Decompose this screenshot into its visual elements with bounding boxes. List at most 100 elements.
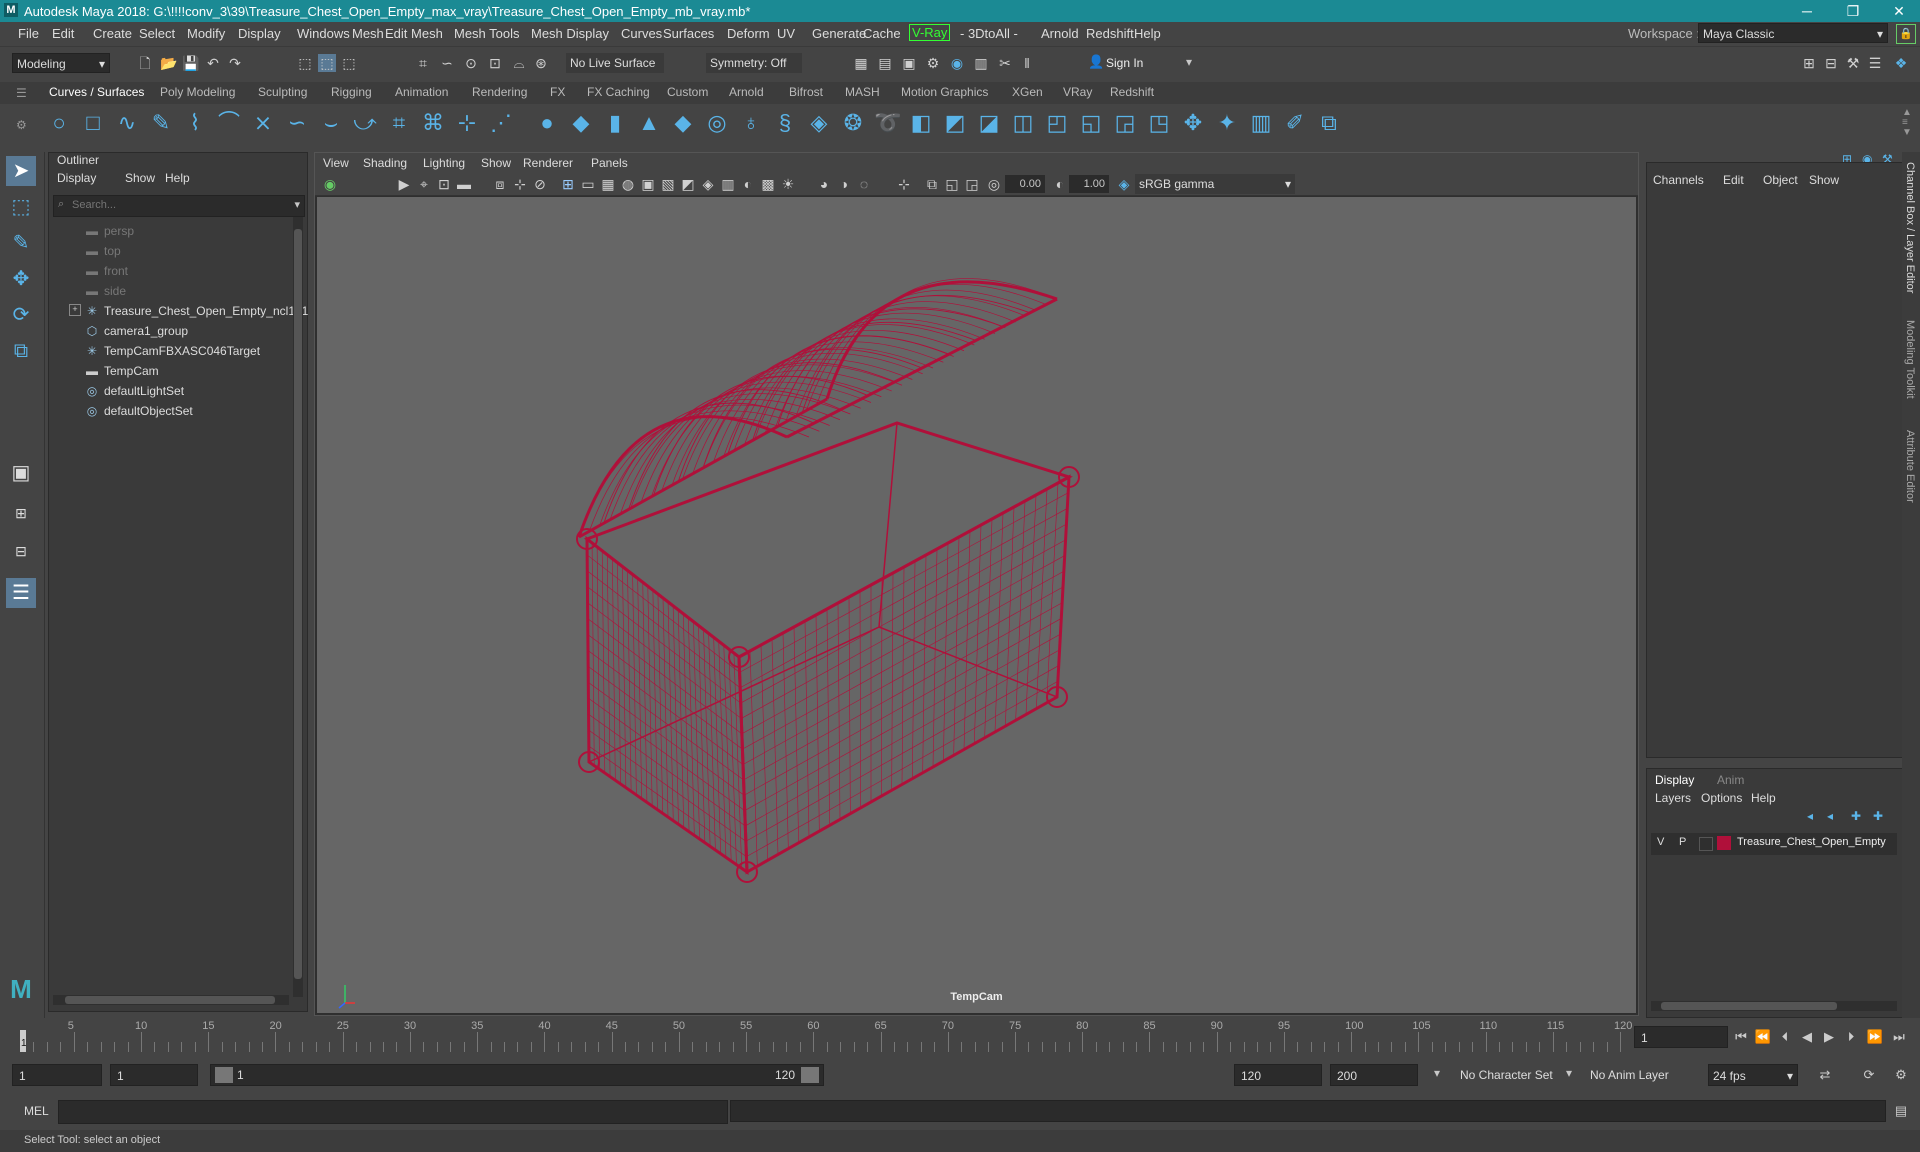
outliner-item[interactable]: ▬ side xyxy=(49,281,289,301)
menu-mesh-tools[interactable]: Mesh Tools xyxy=(454,26,520,41)
select-component-icon[interactable]: ⬚ xyxy=(340,54,358,72)
tab-channel-box-layer-editor[interactable]: Channel Box / Layer Editor xyxy=(1904,162,1916,293)
chevron-down-icon[interactable]: ▾ xyxy=(1566,1066,1572,1080)
menu-file[interactable]: File xyxy=(18,26,39,41)
modeling-toolkit-icon[interactable]: ⊞ xyxy=(1800,54,1818,72)
nurbs-cone-icon[interactable]: ▲ xyxy=(636,110,662,136)
playback-start-field[interactable]: 1 xyxy=(110,1064,198,1086)
ep-curve-icon[interactable]: ∿ xyxy=(114,110,140,136)
square-surface-icon[interactable]: ◩ xyxy=(942,110,968,136)
paint-select-tool-icon[interactable]: ✎ xyxy=(6,228,36,258)
save-scene-icon[interactable]: 💾 xyxy=(182,54,200,72)
snap-grid-icon[interactable]: ⌗ xyxy=(414,54,432,72)
new-layer-icon[interactable]: ✚ xyxy=(1851,809,1861,823)
menu-redshift[interactable]: Redshift xyxy=(1086,26,1134,41)
depth-of-field-icon[interactable]: ◐ xyxy=(739,175,757,193)
bezier-curve-icon[interactable]: ⌇ xyxy=(182,110,208,136)
snap-view-icon[interactable]: ⊡ xyxy=(486,54,504,72)
live-surface-field[interactable]: No Live Surface xyxy=(566,53,664,73)
render-sequence-icon[interactable]: ▤ xyxy=(876,54,894,72)
layer-tab-anim[interactable]: Anim xyxy=(1717,773,1744,787)
outliner-hscrollbar[interactable] xyxy=(53,995,289,1005)
ipr-render-icon[interactable]: ▣ xyxy=(900,54,918,72)
loft-icon[interactable]: § xyxy=(772,110,798,136)
pencil-curve-icon[interactable]: ✎ xyxy=(148,110,174,136)
layer-menu-help[interactable]: Help xyxy=(1751,791,1776,805)
curve-attach-icon[interactable]: ⨯ xyxy=(250,110,276,136)
nurbs-cube-icon[interactable]: ◆ xyxy=(568,110,594,136)
outliner-layout-icon[interactable]: ⊟ xyxy=(6,536,36,566)
attach-surface-icon[interactable]: ◳ xyxy=(1146,110,1172,136)
range-start-handle[interactable] xyxy=(215,1067,233,1083)
multisample-icon[interactable]: ◲ xyxy=(963,175,981,193)
new-scene-icon[interactable]: 🗋 xyxy=(136,54,154,72)
move-layer-up-icon[interactable]: ◂ xyxy=(1807,809,1813,823)
trim-icon[interactable]: ◱ xyxy=(1078,110,1104,136)
shelf-tab-redshift[interactable]: Redshift xyxy=(1110,85,1154,99)
layer-tab-display[interactable]: Display xyxy=(1655,773,1694,787)
exposure-field[interactable]: 0.00 xyxy=(1005,175,1045,193)
color-management-icon[interactable]: ◈ xyxy=(1115,175,1133,193)
shelf-tab-poly-modeling[interactable]: Poly Modeling xyxy=(160,85,235,99)
menuset-dropdown[interactable]: Modeling ▾ xyxy=(12,53,110,73)
align-surface-icon[interactable]: ✦ xyxy=(1214,110,1240,136)
playback-end-field[interactable]: 120 xyxy=(1234,1064,1322,1086)
layer-type-toggle[interactable] xyxy=(1699,837,1713,851)
snap-vertex-icon[interactable]: ⊛ xyxy=(532,54,550,72)
planar-icon[interactable]: ◈ xyxy=(806,110,832,136)
menu-mesh[interactable]: Mesh xyxy=(352,26,384,41)
extend-curve-icon[interactable]: ⤻ xyxy=(352,110,378,136)
hscrollbar-thumb[interactable] xyxy=(1661,1002,1837,1010)
menu-modify[interactable]: Modify xyxy=(187,26,225,41)
snap-surface-icon[interactable]: ⌓ xyxy=(510,54,528,72)
layer-row[interactable]: V P Treasure_Chest_Open_Empty xyxy=(1651,833,1897,855)
outliner-item[interactable]: ▬ top xyxy=(49,241,289,261)
nurbs-sphere-icon[interactable]: ● xyxy=(534,110,560,136)
add-points-icon[interactable]: ⊹ xyxy=(454,110,480,136)
single-perspective-layout-icon[interactable]: ▣ xyxy=(6,458,36,488)
outliner-menu-display[interactable]: Display xyxy=(57,171,96,185)
maximize-button[interactable]: ❐ xyxy=(1830,0,1876,22)
minimize-button[interactable]: ─ xyxy=(1784,0,1830,22)
redo-icon[interactable]: ↷ xyxy=(226,54,244,72)
menu-mesh-display[interactable]: Mesh Display xyxy=(531,26,609,41)
go-to-start-icon[interactable]: ⏮ xyxy=(1732,1028,1750,1046)
range-end-handle[interactable] xyxy=(801,1067,819,1083)
channel-menu-show[interactable]: Show xyxy=(1809,173,1839,187)
project-curve-icon[interactable]: ◰ xyxy=(1044,110,1070,136)
camera-attributes-icon[interactable]: ▶ xyxy=(395,175,413,193)
untrim-icon[interactable]: ◲ xyxy=(1112,110,1138,136)
render-frame-icon[interactable]: ▦ xyxy=(852,54,870,72)
arc-icon[interactable]: ⌒ xyxy=(216,110,242,136)
time-slider[interactable]: 5 10 15 20 25 30 35 40 45 50 55 60 65 70 75 80 85 90 95 100… xyxy=(0,1018,1920,1054)
insert-isoparm-icon[interactable]: ▥ xyxy=(1248,110,1274,136)
colorspace-dropdown[interactable]: sRGB gamma ▾ xyxy=(1135,174,1295,194)
detach-surface-icon[interactable]: ✥ xyxy=(1180,110,1206,136)
auto-key-icon[interactable]: ⟳ xyxy=(1860,1066,1878,1084)
viewport-menu-shading[interactable]: Shading xyxy=(363,156,407,170)
curve-detach-icon[interactable]: ∽ xyxy=(284,110,310,136)
insert-knot-icon[interactable]: ⌣ xyxy=(318,110,344,136)
move-layer-down-icon[interactable]: ◂ xyxy=(1827,809,1833,823)
hscrollbar-thumb[interactable] xyxy=(65,996,275,1004)
exposure-icon[interactable]: ◎ xyxy=(985,175,1003,193)
new-layer-selected-icon[interactable]: ✚ xyxy=(1873,809,1883,823)
four-view-layout-icon[interactable]: ⊞ xyxy=(6,498,36,528)
film-gate-icon[interactable]: ⧈ xyxy=(491,175,509,193)
chevron-down-icon[interactable]: ▾ xyxy=(1434,1066,1440,1080)
outliner-search[interactable]: ⌕ ▾ xyxy=(53,195,305,217)
viewport-menu-view[interactable]: View xyxy=(323,156,349,170)
layer-editor-icon[interactable]: ❖ xyxy=(1892,54,1910,72)
shelf-tab-rigging[interactable]: Rigging xyxy=(331,85,372,99)
current-frame-field[interactable]: 1 xyxy=(1634,1026,1728,1048)
scale-tool-icon[interactable]: ⧉ xyxy=(6,336,36,366)
layer-playback-toggle[interactable]: P xyxy=(1679,836,1686,848)
antialias-icon[interactable]: ▥ xyxy=(719,175,737,193)
shelf-tab-vray[interactable]: VRay xyxy=(1063,85,1092,99)
chevron-down-icon[interactable]: ▾ xyxy=(294,198,300,211)
nurbs-plane-icon[interactable]: ◆ xyxy=(670,110,696,136)
wire-on-shaded-icon[interactable]: ▦ xyxy=(599,175,617,193)
snap-curve-icon[interactable]: ∽ xyxy=(438,54,456,72)
play-backward-icon[interactable]: ◀ xyxy=(1798,1028,1816,1046)
outliner-menu-show[interactable]: Show xyxy=(125,171,155,185)
